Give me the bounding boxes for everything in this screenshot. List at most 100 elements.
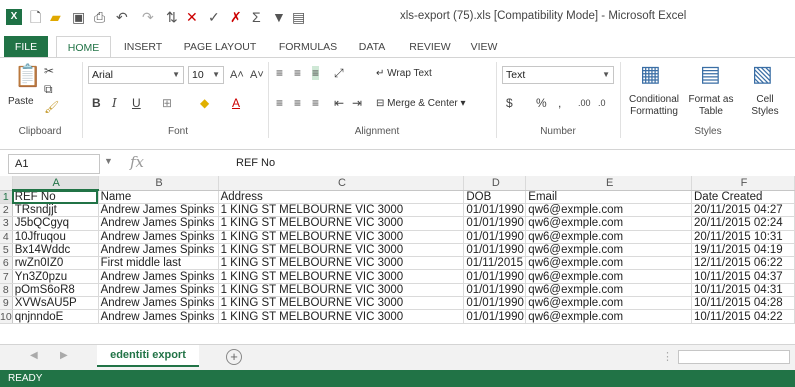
- cut-icon[interactable]: ✂: [44, 64, 54, 78]
- number-format-select[interactable]: Text ▼: [502, 66, 614, 84]
- cell[interactable]: qw6@exmple.com: [525, 283, 692, 298]
- tab-review[interactable]: REVIEW: [402, 36, 458, 58]
- name-box[interactable]: A1: [8, 154, 100, 174]
- cell[interactable]: 12/11/2015 06:22: [691, 256, 795, 271]
- cell[interactable]: REF No: [12, 190, 99, 204]
- delete-icon[interactable]: ✗: [230, 8, 242, 26]
- cell[interactable]: First middle last: [98, 256, 219, 271]
- cell[interactable]: 10/11/2015 04:31: [691, 283, 795, 298]
- column-header-a[interactable]: A: [12, 176, 99, 191]
- align-bottom-icon[interactable]: ≡: [312, 66, 320, 80]
- orientation-icon[interactable]: ⤢: [334, 66, 344, 80]
- horizontal-scrollbar[interactable]: [678, 350, 790, 364]
- scroll-left-icon[interactable]: ◀: [30, 350, 38, 361]
- tab-formulas[interactable]: FORMULAS: [272, 36, 344, 58]
- cell[interactable]: 01/01/1990: [463, 230, 527, 244]
- increase-indent-icon[interactable]: ⇥: [352, 96, 362, 110]
- align-top-icon[interactable]: ≡: [276, 66, 283, 80]
- bold-button[interactable]: B: [92, 96, 101, 110]
- cell[interactable]: 01/01/1990: [463, 309, 527, 324]
- currency-button[interactable]: $: [506, 96, 513, 110]
- align-right-icon[interactable]: ≡: [312, 96, 319, 110]
- font-color-icon[interactable]: A: [232, 96, 240, 110]
- cell[interactable]: Andrew James Spinks: [98, 309, 219, 324]
- align-middle-icon[interactable]: ≡: [294, 66, 301, 80]
- cell[interactable]: pOmS6oR8: [12, 283, 99, 298]
- cell-styles-icon[interactable]: ▧: [752, 62, 773, 86]
- new-file-icon[interactable]: 🗋: [30, 8, 41, 26]
- sort-icon[interactable]: ⇅: [166, 8, 178, 26]
- row-header[interactable]: 10: [0, 309, 13, 324]
- format-as-table-icon[interactable]: ▤: [700, 62, 721, 86]
- cell[interactable]: 01/01/1990: [463, 203, 527, 218]
- decrease-decimal-icon[interactable]: .0: [598, 96, 606, 110]
- print-preview-icon[interactable]: ⎙: [94, 8, 105, 26]
- conditional-formatting-button[interactable]: Conditional Formatting: [626, 94, 682, 118]
- row-header[interactable]: 9: [0, 296, 13, 311]
- cell[interactable]: 1 KING ST MELBOURNE VIC 3000: [218, 283, 465, 298]
- cell[interactable]: Andrew James Spinks: [98, 216, 219, 231]
- decrease-indent-icon[interactable]: ⇤: [334, 96, 344, 110]
- cell[interactable]: Andrew James Spinks: [98, 269, 219, 284]
- cell[interactable]: 1 KING ST MELBOURNE VIC 3000: [218, 309, 465, 324]
- tab-file[interactable]: FILE: [4, 36, 48, 58]
- row-header[interactable]: 7: [0, 269, 13, 284]
- cell[interactable]: 10Jfruqou: [12, 230, 99, 244]
- comma-button[interactable]: ,: [558, 96, 561, 110]
- row-header[interactable]: 1: [0, 190, 13, 204]
- wrap-text-button[interactable]: ↵ Wrap Text: [376, 68, 432, 79]
- cell[interactable]: 01/01/1990: [463, 283, 527, 298]
- merge-center-button[interactable]: ⊟ Merge & Center ▾: [376, 98, 466, 109]
- tab-home[interactable]: HOME: [56, 36, 111, 58]
- tab-data[interactable]: DATA: [350, 36, 394, 58]
- form-icon[interactable]: ▤: [292, 8, 305, 26]
- column-header-c[interactable]: C: [218, 176, 465, 191]
- row-header[interactable]: 5: [0, 243, 13, 258]
- cell[interactable]: Andrew James Spinks: [98, 296, 219, 311]
- cell[interactable]: XVWsAU5P: [12, 296, 99, 311]
- tab-insert[interactable]: INSERT: [118, 36, 168, 58]
- cell[interactable]: 19/11/2015 04:19: [691, 243, 795, 258]
- row-header[interactable]: 4: [0, 230, 13, 244]
- cell[interactable]: TRsndjjt: [12, 203, 99, 218]
- undo-icon[interactable]: ↶: [116, 8, 128, 26]
- cell[interactable]: qw6@exmple.com: [525, 296, 692, 311]
- scroll-right-icon[interactable]: ▶: [60, 350, 68, 361]
- sheet-tab[interactable]: edentiti export: [97, 345, 199, 367]
- cell[interactable]: DOB: [463, 190, 527, 204]
- cell[interactable]: rwZn0IZ0: [12, 256, 99, 271]
- tab-page-layout[interactable]: PAGE LAYOUT: [175, 36, 265, 58]
- format-as-table-button[interactable]: Format as Table: [686, 94, 736, 118]
- cell[interactable]: Bx14Wddc: [12, 243, 99, 258]
- cell[interactable]: 20/11/2015 02:24: [691, 216, 795, 231]
- select-all-corner[interactable]: [0, 176, 13, 191]
- cell[interactable]: qw6@exmple.com: [525, 269, 692, 284]
- percent-button[interactable]: %: [536, 96, 547, 110]
- cell[interactable]: 01/01/1990: [463, 296, 527, 311]
- row-header[interactable]: 3: [0, 216, 13, 231]
- cell[interactable]: qw6@exmple.com: [525, 309, 692, 324]
- increase-decimal-icon[interactable]: .00: [578, 96, 591, 110]
- save-icon[interactable]: ▣: [72, 8, 85, 26]
- column-header-d[interactable]: D: [463, 176, 527, 191]
- copy-icon[interactable]: ⧉: [44, 82, 53, 96]
- tab-view[interactable]: VIEW: [464, 36, 504, 58]
- cell[interactable]: qw6@exmple.com: [525, 230, 692, 244]
- cell-styles-button[interactable]: Cell Styles: [742, 94, 788, 118]
- cell[interactable]: Andrew James Spinks: [98, 230, 219, 244]
- borders-icon[interactable]: ⊞: [162, 96, 172, 110]
- column-header-b[interactable]: B: [98, 176, 219, 191]
- cell[interactable]: 01/11/2015: [463, 256, 527, 271]
- cell[interactable]: 1 KING ST MELBOURNE VIC 3000: [218, 256, 465, 271]
- cell[interactable]: 1 KING ST MELBOURNE VIC 3000: [218, 203, 465, 218]
- cell[interactable]: Andrew James Spinks: [98, 283, 219, 298]
- decrease-font-icon[interactable]: A˅: [250, 68, 264, 82]
- add-sheet-button[interactable]: +: [226, 349, 242, 365]
- row-header[interactable]: 6: [0, 256, 13, 271]
- cell[interactable]: Andrew James Spinks: [98, 203, 219, 218]
- cell[interactable]: qw6@exmple.com: [525, 216, 692, 231]
- paste-icon[interactable]: 📋: [14, 64, 41, 88]
- cell[interactable]: Andrew James Spinks: [98, 243, 219, 258]
- formula-input[interactable]: REF No: [228, 154, 788, 174]
- cell[interactable]: Email: [525, 190, 692, 204]
